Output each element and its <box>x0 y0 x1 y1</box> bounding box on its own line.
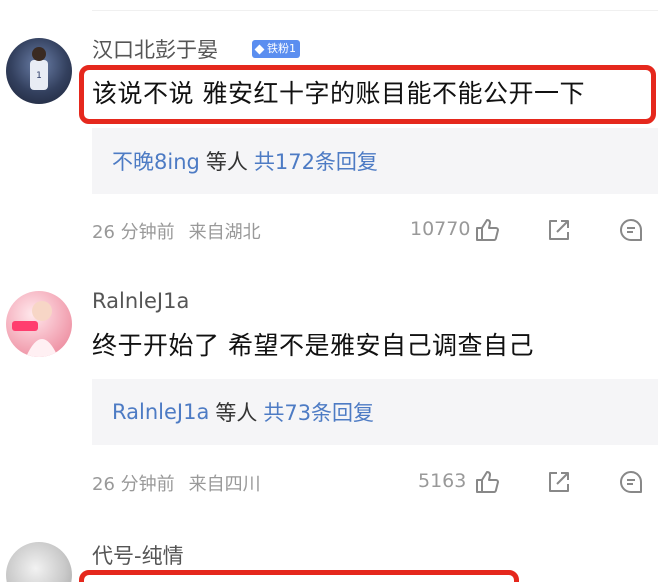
comment-meta: 26 分钟前 来自四川 <box>92 470 261 496</box>
reply-username[interactable]: RalnleJ1a <box>112 400 209 424</box>
avatar[interactable]: 1 <box>6 38 72 104</box>
comment-meta: 26 分钟前 来自湖北 <box>92 218 261 244</box>
thumbs-up-icon[interactable] <box>474 469 500 495</box>
thumbs-up-icon[interactable] <box>474 217 500 243</box>
diamond-icon <box>254 44 265 54</box>
fan-badge-label: 铁粉1 <box>267 42 296 55</box>
like-count: 10770 <box>410 218 471 240</box>
comment-text[interactable]: 终于开始了 希望不是雅安自己调查自己 <box>92 326 534 362</box>
share-icon[interactable] <box>546 217 572 243</box>
share-icon[interactable] <box>546 469 572 495</box>
comment-username[interactable]: RalnleJ1a <box>92 289 189 313</box>
divider <box>92 10 658 11</box>
reply-preview[interactable]: RalnleJ1a 等人 共73条回复 <box>92 379 658 445</box>
reply-count-link[interactable]: 共172条回复 <box>254 146 378 176</box>
reply-connector: 等人 <box>205 150 248 174</box>
comment-location: 来自四川 <box>188 474 261 495</box>
avatar[interactable] <box>6 542 72 582</box>
comment-location: 来自湖北 <box>188 222 261 243</box>
comment-text[interactable]: 该说不说 雅安红十字的账目能不能公开一下 <box>92 74 585 110</box>
comment-time: 26 分钟前 <box>92 222 175 243</box>
like-count: 5163 <box>418 470 467 492</box>
highlight-box <box>79 570 519 582</box>
reply-connector: 等人 <box>215 401 258 425</box>
reply-username[interactable]: 不晚8ing <box>112 146 200 176</box>
fan-badge: 铁粉1 <box>252 40 300 58</box>
reply-preview[interactable]: 不晚8ing 等人 共172条回复 <box>92 128 658 194</box>
comment-icon[interactable] <box>618 217 644 243</box>
avatar[interactable] <box>6 291 72 357</box>
comment-username[interactable]: 汉口北彭于晏 <box>92 34 218 64</box>
reply-count-link[interactable]: 共73条回复 <box>263 397 374 427</box>
comment-time: 26 分钟前 <box>92 474 175 495</box>
comment-icon[interactable] <box>618 469 644 495</box>
comment-username[interactable]: 代号-纯情 <box>92 540 184 570</box>
svg-text:1: 1 <box>36 71 42 81</box>
